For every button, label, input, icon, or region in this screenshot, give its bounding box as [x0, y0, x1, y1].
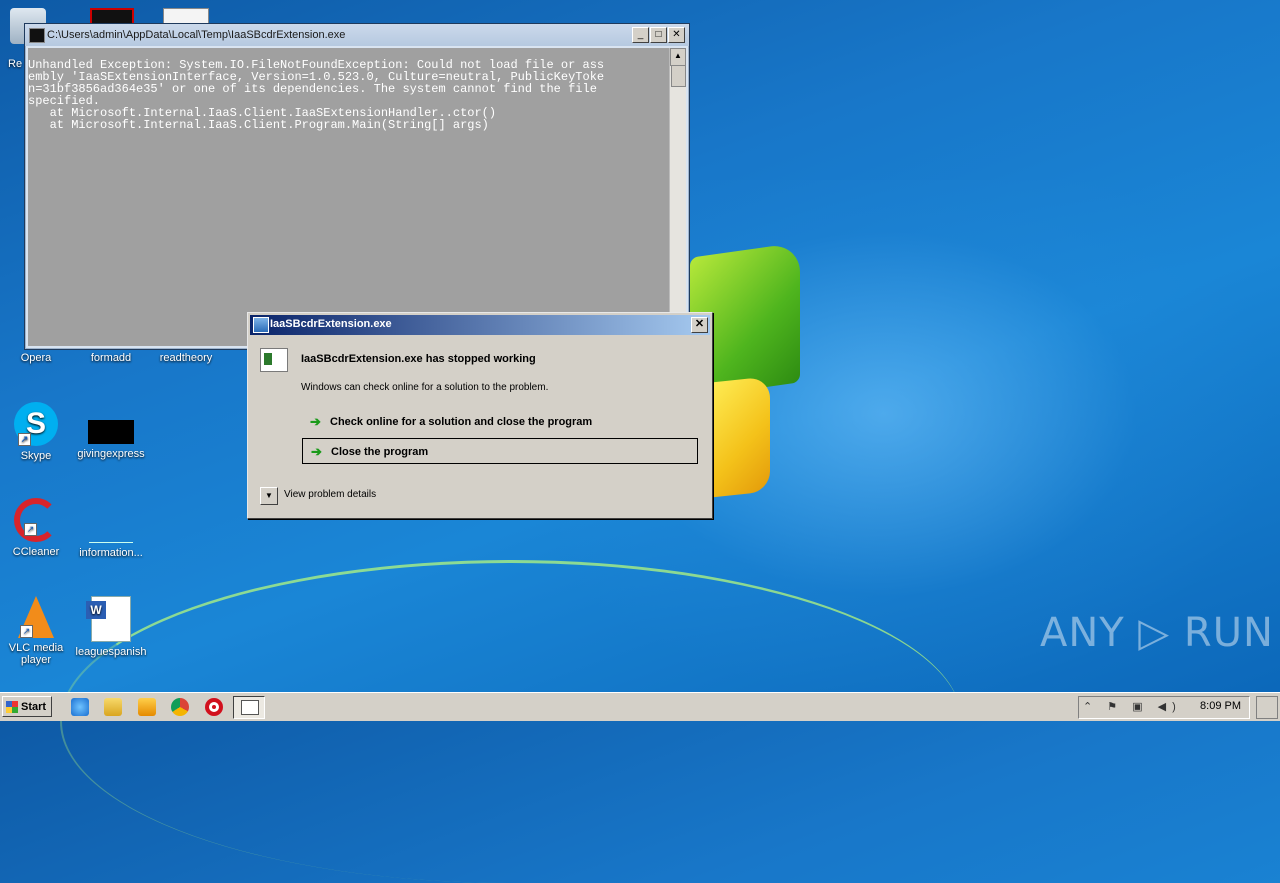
- system-tray: ⌃ ⚑ ▣ ◀) 8:09 PM: [1078, 696, 1250, 719]
- desktop-icon-ccleaner[interactable]: ↗ CCleaner: [0, 498, 74, 558]
- taskbar: Start ⌃ ⚑ ▣ ◀) 8:09 PM: [0, 692, 1280, 721]
- wallpaper-arc: [60, 560, 962, 883]
- desktop-icon-label: Skype: [20, 450, 52, 462]
- blank-file-icon: [89, 520, 133, 543]
- anyrun-watermark: ANY ▷ RUN: [1040, 610, 1274, 656]
- shortcut-arrow-icon: ↗: [20, 625, 33, 638]
- green-arrow-icon: ➔: [310, 414, 321, 429]
- word-document-icon: W: [86, 596, 131, 642]
- minimize-button[interactable]: _: [632, 27, 649, 43]
- console-scrollbar[interactable]: ▲: [669, 48, 686, 346]
- skype-icon: S ↗: [14, 402, 58, 446]
- dialog-titlebar[interactable]: IaaSBcdrExtension.exe ✕: [250, 315, 710, 335]
- desktop-icon-label: readtheory: [159, 352, 213, 364]
- maximize-button[interactable]: □: [650, 27, 667, 43]
- clock[interactable]: 8:09 PM: [1200, 700, 1241, 712]
- check-online-option[interactable]: ➔ Check online for a solution and close …: [302, 409, 698, 435]
- dialog-title: IaaSBcdrExtension.exe: [270, 318, 392, 330]
- console-titlebar[interactable]: C:\Users\admin\AppData\Local\Temp\IaaSBc…: [25, 24, 689, 46]
- chrome-icon[interactable]: [171, 698, 189, 716]
- scroll-up-icon[interactable]: ▲: [670, 48, 686, 66]
- view-details-toggle[interactable]: ▼ View problem details: [260, 487, 377, 505]
- start-label: Start: [21, 701, 47, 713]
- desktop-icon-label: Re: [8, 58, 23, 70]
- dialog-app-icon: [253, 317, 269, 333]
- option-label: Close the program: [331, 446, 429, 458]
- desktop-icon-vlc[interactable]: ↗ VLC media player: [0, 596, 74, 666]
- desktop-icon-label: information...: [79, 547, 143, 559]
- desktop-icon-label: leaguespanish: [75, 646, 147, 658]
- explorer-folder-icon[interactable]: [104, 698, 122, 716]
- console-app-icon: [29, 28, 45, 43]
- console-window[interactable]: C:\Users\admin\AppData\Local\Temp\IaaSBc…: [24, 23, 690, 350]
- option-label: Check online for a solution and close th…: [330, 416, 593, 428]
- chevron-down-icon[interactable]: ▼: [260, 487, 278, 505]
- console-title: C:\Users\admin\AppData\Local\Temp\IaaSBc…: [47, 29, 346, 41]
- desktop-icon-givingexpress[interactable]: givingexpress: [73, 402, 149, 460]
- shortcut-arrow-icon: ↗: [18, 433, 31, 446]
- desktop-icon-label: Opera: [20, 352, 52, 364]
- scroll-thumb[interactable]: [671, 65, 686, 87]
- dialog-heading: IaaSBcdrExtension.exe has stopped workin…: [301, 353, 536, 365]
- green-arrow-icon: ➔: [311, 444, 322, 459]
- dialog-close-button[interactable]: ✕: [691, 317, 708, 333]
- close-program-option[interactable]: ➔ Close the program: [302, 438, 698, 464]
- taskbar-console-button[interactable]: [233, 696, 265, 719]
- desktop-icon-leaguespanish[interactable]: W leaguespanish: [73, 596, 149, 658]
- windows-logo-icon: [6, 701, 18, 713]
- dialog-subtext: Windows can check online for a solution …: [301, 382, 549, 393]
- desktop-icon-information[interactable]: information...: [73, 498, 149, 559]
- black-file-icon: [88, 420, 134, 444]
- media-player-icon[interactable]: [138, 698, 156, 716]
- ie-icon[interactable]: [71, 698, 89, 716]
- close-button[interactable]: ✕: [668, 27, 685, 43]
- details-label: View problem details: [284, 489, 377, 500]
- ccleaner-icon: ↗: [14, 498, 58, 542]
- vlc-cone-icon: ↗: [18, 596, 54, 638]
- start-button[interactable]: Start: [2, 696, 52, 717]
- desktop-icon-label: VLC media player: [8, 642, 64, 666]
- desktop-icon-label: formadd: [90, 352, 132, 364]
- program-window-icon: [260, 348, 288, 372]
- tray-icons[interactable]: ⌃ ⚑ ▣ ◀): [1083, 700, 1182, 713]
- opera-icon[interactable]: [205, 698, 223, 716]
- shortcut-arrow-icon: ↗: [24, 523, 37, 536]
- error-dialog[interactable]: IaaSBcdrExtension.exe ✕ IaaSBcdrExtensio…: [247, 312, 713, 519]
- show-desktop-button[interactable]: [1256, 696, 1278, 719]
- desktop-icon-label: CCleaner: [12, 546, 60, 558]
- desktop-icon-label: givingexpress: [77, 448, 145, 460]
- console-output: Unhandled Exception: System.IO.FileNotFo…: [28, 48, 669, 346]
- console-taskbar-icon: [241, 700, 259, 715]
- desktop-icon-skype[interactable]: S ↗ Skype: [0, 402, 74, 462]
